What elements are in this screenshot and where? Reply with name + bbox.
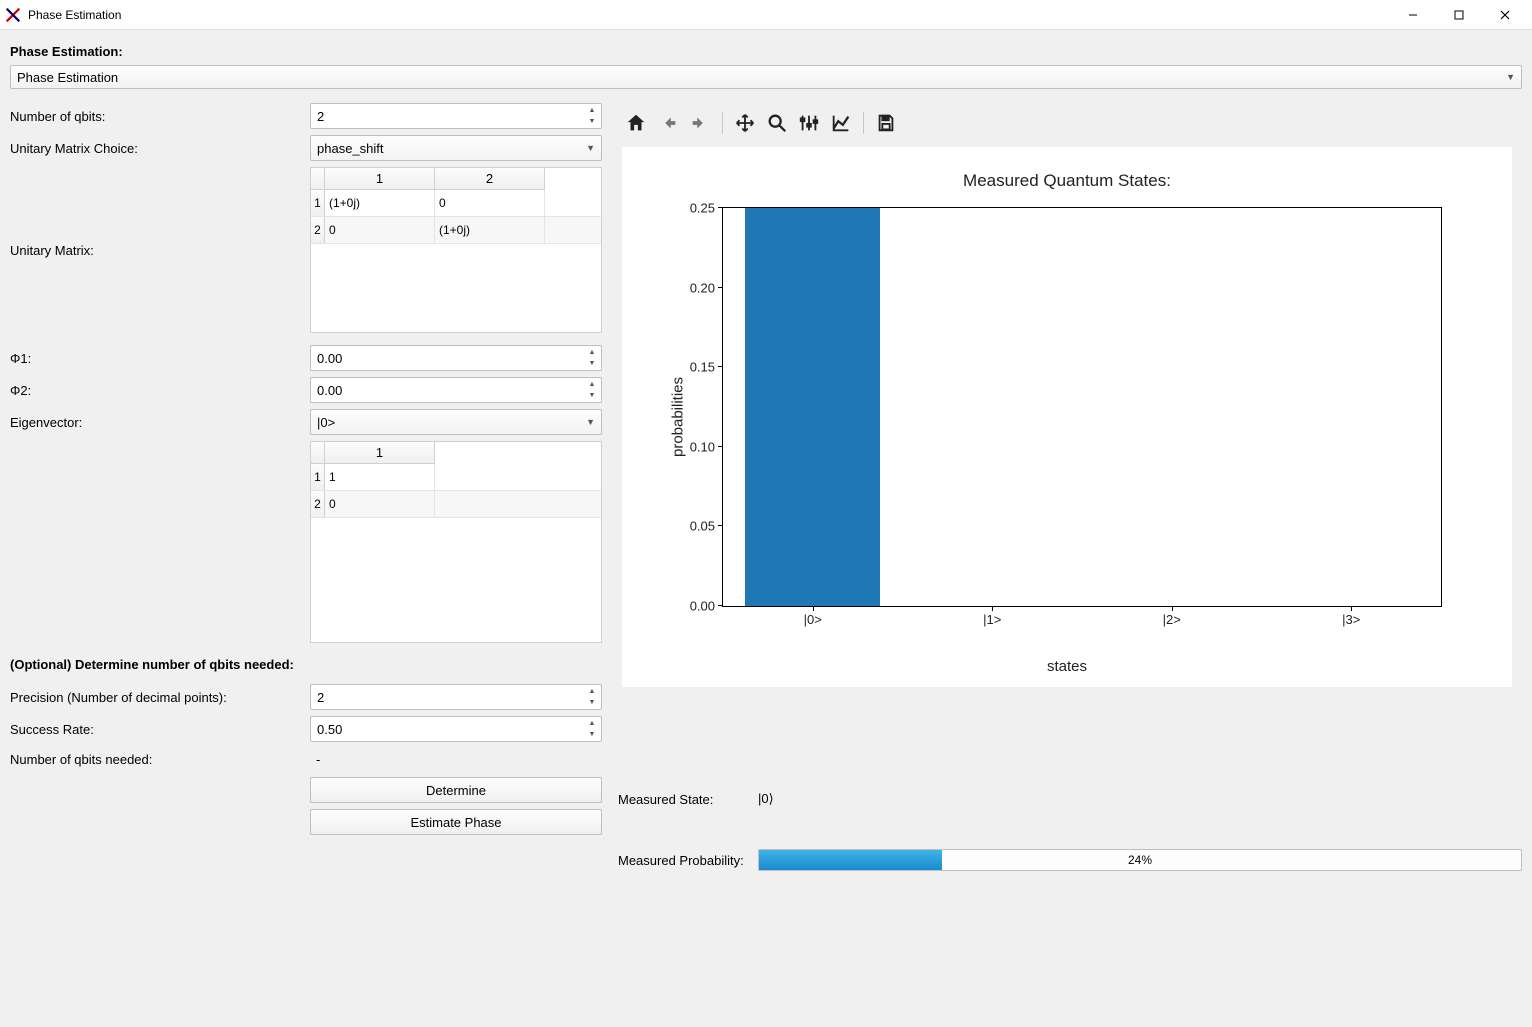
matrix-row-header: 2 — [311, 491, 325, 517]
num-qbits-label: Number of qbits: — [10, 109, 310, 124]
phi1-label: Φ1: — [10, 351, 310, 366]
spinner-arrows-icon[interactable]: ▲▼ — [585, 347, 599, 369]
unitary-choice-value: phase_shift — [317, 141, 384, 156]
measured-state-row: Measured State: |0⟩ — [618, 791, 1522, 807]
matrix-cell[interactable]: (1+0j) — [435, 217, 545, 243]
precision-label: Precision (Number of decimal points): — [10, 690, 310, 705]
optional-header: (Optional) Determine number of qbits nee… — [10, 657, 602, 672]
spinner-arrows-icon[interactable]: ▲▼ — [585, 686, 599, 708]
success-rate-stepper[interactable]: 0.50 ▲▼ — [310, 716, 602, 742]
page-title: Phase Estimation: — [10, 44, 1522, 59]
determine-button[interactable]: Determine — [310, 777, 602, 803]
unitary-choice-label: Unitary Matrix Choice: — [10, 141, 310, 156]
titlebar: Phase Estimation — [0, 0, 1532, 30]
back-icon[interactable] — [654, 109, 682, 137]
phi1-stepper[interactable]: 0.00 ▲▼ — [310, 345, 602, 371]
algorithm-select-value: Phase Estimation — [17, 70, 118, 85]
right-panel: Measured Quantum States: probabilities 0… — [618, 103, 1522, 871]
eigenvector-label: Eigenvector: — [10, 415, 310, 430]
maximize-button[interactable] — [1436, 0, 1482, 30]
plot-toolbar — [618, 103, 1522, 143]
zoom-icon[interactable] — [763, 109, 791, 137]
precision-stepper[interactable]: 2 ▲▼ — [310, 684, 602, 710]
spinner-arrows-icon[interactable]: ▲▼ — [585, 718, 599, 740]
axes-edit-icon[interactable] — [827, 109, 855, 137]
eigenvector-matrix-label — [10, 441, 310, 643]
matrix-row-header: 1 — [311, 464, 325, 490]
measured-state-label: Measured State: — [618, 792, 758, 807]
matrix-cell[interactable]: 0 — [325, 491, 435, 517]
window-title: Phase Estimation — [28, 8, 1390, 22]
pan-icon[interactable] — [731, 109, 759, 137]
matrix-cell[interactable]: 0 — [325, 217, 435, 243]
measured-prob-bar: 24% — [758, 849, 1522, 871]
phi2-label: Φ2: — [10, 383, 310, 398]
eigenvector-value: |0> — [317, 415, 335, 430]
qbits-needed-value: - — [310, 748, 602, 771]
window-controls — [1390, 0, 1528, 30]
chevron-down-icon: ▼ — [1506, 72, 1515, 82]
unitary-choice-select[interactable]: phase_shift ▼ — [310, 135, 602, 161]
phi1-value: 0.00 — [317, 351, 342, 366]
precision-value: 2 — [317, 690, 324, 705]
chart-ylabel: probabilities — [670, 377, 687, 457]
spinner-arrows-icon[interactable]: ▲▼ — [585, 105, 599, 127]
matrix-cell[interactable]: 1 — [325, 464, 435, 490]
content-area: Phase Estimation: Phase Estimation ▼ Num… — [0, 30, 1532, 1027]
measured-state-value: |0⟩ — [758, 791, 774, 807]
eigenvector-select[interactable]: |0> ▼ — [310, 409, 602, 435]
success-rate-label: Success Rate: — [10, 722, 310, 737]
chevron-down-icon: ▼ — [586, 143, 595, 153]
phi2-stepper[interactable]: 0.00 ▲▼ — [310, 377, 602, 403]
spinner-arrows-icon[interactable]: ▲▼ — [585, 379, 599, 401]
qbits-needed-label: Number of qbits needed: — [10, 752, 310, 767]
eigenvector-matrix-table[interactable]: 1 1 1 2 0 — [310, 441, 602, 643]
forward-icon[interactable] — [686, 109, 714, 137]
minimize-button[interactable] — [1390, 0, 1436, 30]
toolbar-separator — [722, 112, 723, 134]
configure-icon[interactable] — [795, 109, 823, 137]
left-panel: Number of qbits: 2 ▲▼ Unitary Matrix Cho… — [10, 103, 602, 871]
unitary-matrix-label: Unitary Matrix: — [10, 167, 310, 333]
toolbar-separator — [863, 112, 864, 134]
unitary-matrix-table[interactable]: 1 2 1 (1+0j) 0 2 0 (1+0j) — [310, 167, 602, 333]
chart-title: Measured Quantum States: — [622, 147, 1512, 191]
matrix-cell[interactable]: 0 — [435, 190, 545, 216]
chevron-down-icon: ▼ — [586, 417, 595, 427]
save-icon[interactable] — [872, 109, 900, 137]
algorithm-select[interactable]: Phase Estimation ▼ — [10, 65, 1522, 89]
plot-axes: 0.000.050.100.150.200.25|0>|1>|2>|3> — [722, 207, 1442, 607]
matrix-row-header: 1 — [311, 190, 325, 216]
app-icon — [4, 6, 22, 24]
app-window: Phase Estimation Phase Estimation: Phase… — [0, 0, 1532, 1027]
matrix-col-header: 1 — [325, 168, 435, 190]
matrix-cell[interactable]: (1+0j) — [325, 190, 435, 216]
matrix-row-header: 2 — [311, 217, 325, 243]
close-button[interactable] — [1482, 0, 1528, 30]
estimate-phase-button[interactable]: Estimate Phase — [310, 809, 602, 835]
success-rate-value: 0.50 — [317, 722, 342, 737]
measured-prob-row: Measured Probability: 24% — [618, 849, 1522, 871]
num-qbits-value: 2 — [317, 109, 324, 124]
matrix-col-header: 2 — [435, 168, 545, 190]
home-icon[interactable] — [622, 109, 650, 137]
num-qbits-stepper[interactable]: 2 ▲▼ — [310, 103, 602, 129]
chart-canvas[interactable]: Measured Quantum States: probabilities 0… — [622, 147, 1512, 687]
chart-xlabel: states — [1047, 658, 1087, 675]
matrix-col-header: 1 — [325, 442, 435, 464]
phi2-value: 0.00 — [317, 383, 342, 398]
measured-prob-label: Measured Probability: — [618, 853, 758, 868]
progress-label: 24% — [759, 850, 1521, 870]
